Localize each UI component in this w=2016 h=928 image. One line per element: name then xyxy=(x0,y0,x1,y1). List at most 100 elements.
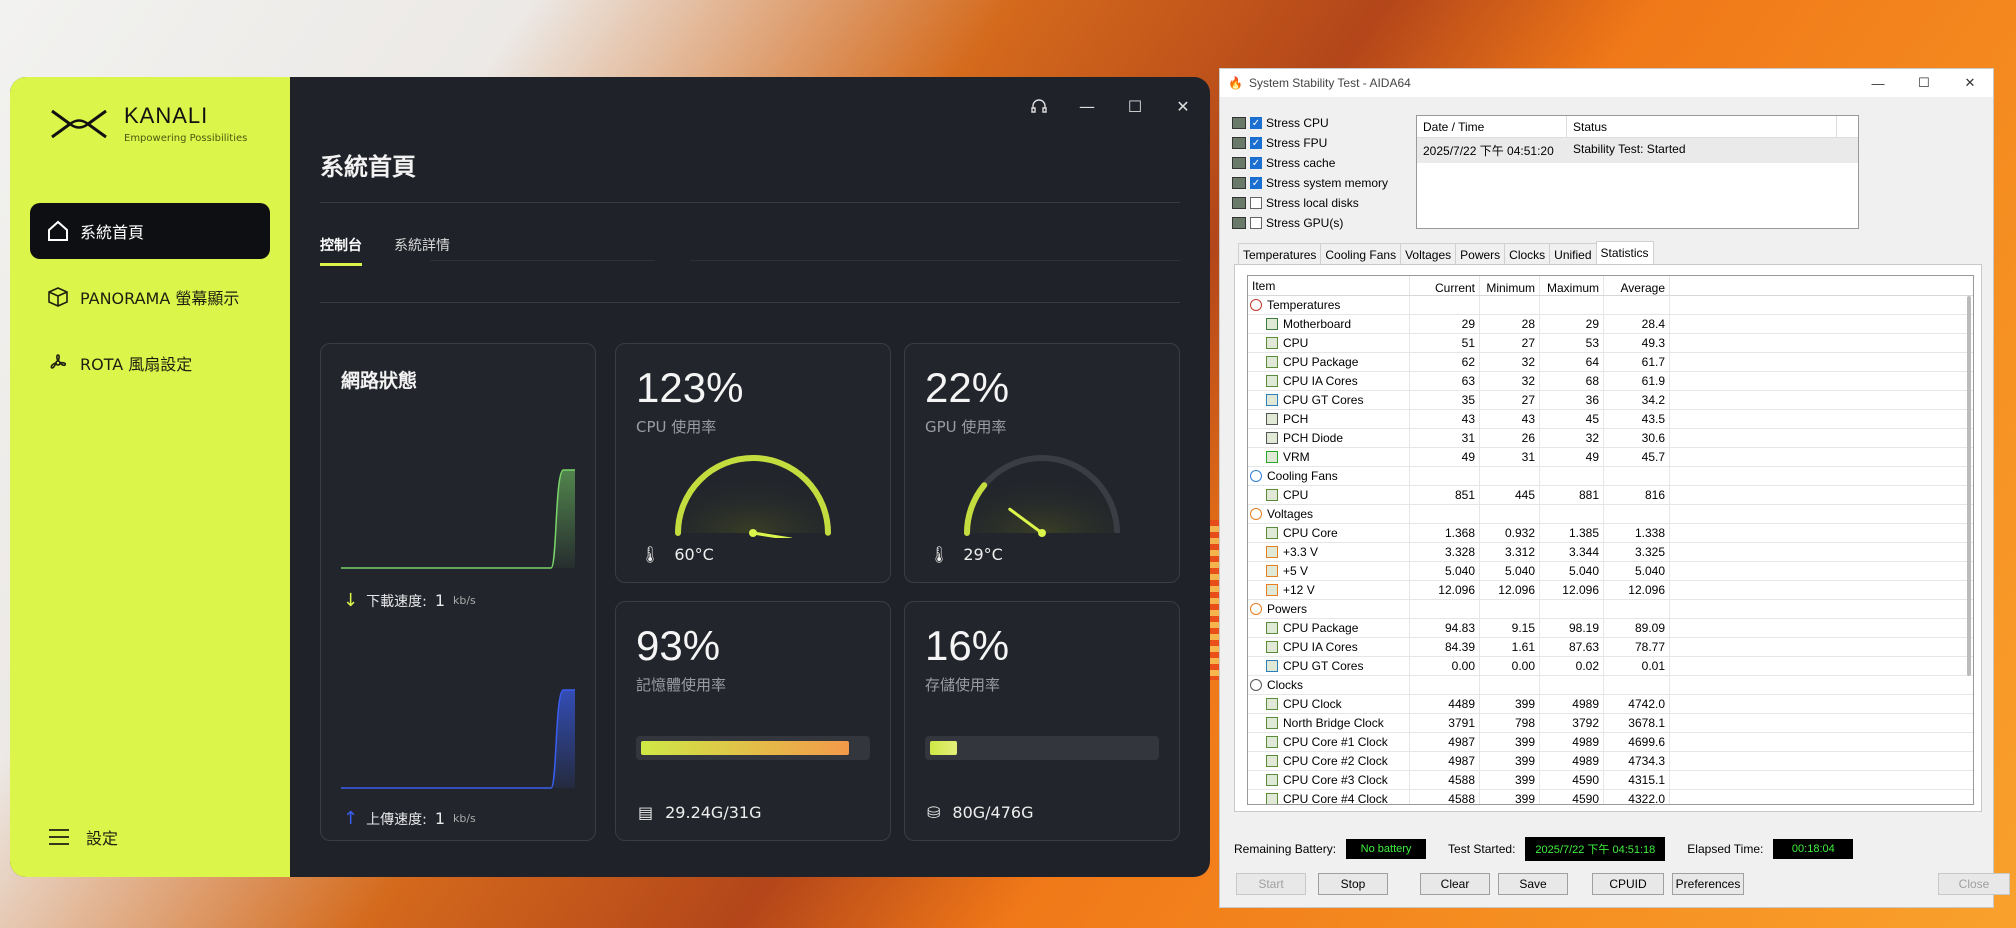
download-speed: ↓ 下載速度: 1 kb/s xyxy=(343,590,476,611)
stop-button[interactable]: Stop xyxy=(1318,873,1388,895)
row-item-label: VRM xyxy=(1283,450,1310,464)
tab-dashboard[interactable]: 控制台 xyxy=(320,235,362,266)
scrollbar[interactable] xyxy=(1967,296,1971,676)
nav-item-label: PANORAMA 螢幕顯示 xyxy=(80,289,240,308)
upload-graph xyxy=(341,689,575,789)
col-average[interactable]: Average xyxy=(1604,276,1670,295)
row-maximum: 4590 xyxy=(1540,790,1604,804)
cpuid-button[interactable]: CPUID xyxy=(1592,873,1664,895)
table-row[interactable]: CPU GT Cores 35 27 36 34.2 xyxy=(1248,391,1973,410)
maximize-icon[interactable]: ☐ xyxy=(1120,91,1150,121)
row-item-label: Powers xyxy=(1267,602,1308,616)
table-row[interactable]: CPU Core #2 Clock 4987 399 4989 4734.3 xyxy=(1248,752,1973,771)
row-minimum: 0.932 xyxy=(1480,524,1540,542)
close-icon[interactable]: ✕ xyxy=(1947,69,1993,97)
row-current: 49 xyxy=(1410,448,1480,466)
row-item: CPU xyxy=(1248,334,1410,352)
row-maximum: 4590 xyxy=(1540,771,1604,789)
headset-icon[interactable] xyxy=(1024,91,1054,121)
minimize-icon[interactable]: — xyxy=(1855,69,1901,97)
row-current: 43 xyxy=(1410,410,1480,428)
log-col-status: Status xyxy=(1567,116,1837,137)
row-minimum: 399 xyxy=(1480,695,1540,713)
stress-checkbox[interactable]: ✓ xyxy=(1250,117,1262,129)
table-row[interactable]: +5 V 5.040 5.040 5.040 5.040 xyxy=(1248,562,1973,581)
table-group-row[interactable]: Voltages xyxy=(1248,505,1973,524)
tab-system-details[interactable]: 系統詳情 xyxy=(394,235,450,266)
row-maximum: 4989 xyxy=(1540,752,1604,770)
row-average: 78.77 xyxy=(1604,638,1670,656)
row-item-label: Motherboard xyxy=(1283,317,1352,331)
table-row[interactable]: CPU GT Cores 0.00 0.00 0.02 0.01 xyxy=(1248,657,1973,676)
row-minimum: 798 xyxy=(1480,714,1540,732)
stress-checkbox[interactable]: ✓ xyxy=(1250,177,1262,189)
stress-checkbox[interactable] xyxy=(1250,217,1262,229)
nav-item-rota[interactable]: ROTA 風扇設定 xyxy=(30,335,270,391)
row-average: 61.9 xyxy=(1604,372,1670,390)
storage-card: 16% 存儲使用率 ⛁ 80G/476G xyxy=(904,601,1180,841)
row-minimum: 0.00 xyxy=(1480,657,1540,675)
started-label: Test Started: xyxy=(1448,842,1516,856)
table-group-row[interactable]: Temperatures xyxy=(1248,296,1973,315)
close-button[interactable]: Close xyxy=(1938,873,2010,895)
chip-icon xyxy=(1266,432,1278,444)
table-row[interactable]: CPU Core 1.368 0.932 1.385 1.338 xyxy=(1248,524,1973,543)
save-button[interactable]: Save xyxy=(1498,873,1568,895)
table-row[interactable]: CPU Package 62 32 64 61.7 xyxy=(1248,353,1973,372)
row-average: 43.5 xyxy=(1604,410,1670,428)
minimize-icon[interactable]: — xyxy=(1072,91,1102,121)
row-current: 31 xyxy=(1410,429,1480,447)
memory-usage-value: 93% xyxy=(636,622,721,669)
col-item[interactable]: Item xyxy=(1248,276,1410,295)
close-icon[interactable]: ✕ xyxy=(1168,91,1198,121)
clear-button[interactable]: Clear xyxy=(1420,873,1490,895)
table-row[interactable]: CPU Core #3 Clock 4588 399 4590 4315.1 xyxy=(1248,771,1973,790)
stress-checkbox[interactable]: ✓ xyxy=(1250,137,1262,149)
statistics-table: Item Current Minimum Maximum Average Tem… xyxy=(1247,275,1974,805)
table-row[interactable]: CPU 51 27 53 49.3 xyxy=(1248,334,1973,353)
row-average: 0.01 xyxy=(1604,657,1670,675)
stress-options: ✓ Stress CPU ✓ Stress FPU ✓ Stress cache ✓ Stre… xyxy=(1232,113,1388,233)
table-group-row[interactable]: Powers xyxy=(1248,600,1973,619)
table-row[interactable]: CPU IA Cores 84.39 1.61 87.63 78.77 xyxy=(1248,638,1973,657)
row-item: PCH Diode xyxy=(1248,429,1410,447)
table-row[interactable]: CPU Core #1 Clock 4987 399 4989 4699.6 xyxy=(1248,733,1973,752)
col-current[interactable]: Current xyxy=(1410,276,1480,295)
preferences-button[interactable]: Preferences xyxy=(1672,873,1744,895)
row-maximum: 5.040 xyxy=(1540,562,1604,580)
row-minimum: 3.312 xyxy=(1480,543,1540,561)
row-maximum: 87.63 xyxy=(1540,638,1604,656)
start-button[interactable]: Start xyxy=(1236,873,1306,895)
col-minimum[interactable]: Minimum xyxy=(1480,276,1540,295)
nav-item-home[interactable]: 系統首頁 xyxy=(30,203,270,259)
table-row[interactable]: CPU 851 445 881 816 xyxy=(1248,486,1973,505)
table-row[interactable]: CPU IA Cores 63 32 68 61.9 xyxy=(1248,372,1973,391)
table-row[interactable]: North Bridge Clock 3791 798 3792 3678.1 xyxy=(1248,714,1973,733)
table-row[interactable]: Motherboard 29 28 29 28.4 xyxy=(1248,315,1973,334)
row-maximum: 1.385 xyxy=(1540,524,1604,542)
settings-button[interactable]: 設定 xyxy=(48,825,118,849)
table-row[interactable]: +12 V 12.096 12.096 12.096 12.096 xyxy=(1248,581,1973,600)
maximize-icon[interactable]: ☐ xyxy=(1901,69,1947,97)
table-row[interactable]: CPU Core #4 Clock 4588 399 4590 4322.0 xyxy=(1248,790,1973,804)
nav-item-panorama[interactable]: PANORAMA 螢幕顯示 xyxy=(30,269,270,325)
tab-statistics[interactable]: Statistics xyxy=(1595,241,1654,266)
table-row[interactable]: PCH Diode 31 26 32 30.6 xyxy=(1248,429,1973,448)
memory-detail: ▤ 29.24G/31G xyxy=(638,803,761,822)
table-header: Item Current Minimum Maximum Average xyxy=(1248,276,1973,296)
divider xyxy=(320,302,1180,303)
row-maximum: 29 xyxy=(1540,315,1604,333)
stress-checkbox[interactable] xyxy=(1250,197,1262,209)
col-maximum[interactable]: Maximum xyxy=(1540,276,1604,295)
stress-checkbox[interactable]: ✓ xyxy=(1250,157,1262,169)
table-group-row[interactable]: Cooling Fans xyxy=(1248,467,1973,486)
table-row[interactable]: CPU Package 94.83 9.15 98.19 89.09 xyxy=(1248,619,1973,638)
download-label: 下載速度: xyxy=(366,593,427,610)
table-row[interactable]: VRM 49 31 49 45.7 xyxy=(1248,448,1973,467)
table-row[interactable]: +3.3 V 3.328 3.312 3.344 3.325 xyxy=(1248,543,1973,562)
table-group-row[interactable]: Clocks xyxy=(1248,676,1973,695)
kanali-main: — ☐ ✕ 系統首頁 控制台 系統詳情 網路狀態 ↓ 下載速度: 1 kb/s … xyxy=(290,77,1210,877)
table-row[interactable]: PCH 43 43 45 43.5 xyxy=(1248,410,1973,429)
table-row[interactable]: CPU Clock 4489 399 4989 4742.0 xyxy=(1248,695,1973,714)
row-current: 51 xyxy=(1410,334,1480,352)
